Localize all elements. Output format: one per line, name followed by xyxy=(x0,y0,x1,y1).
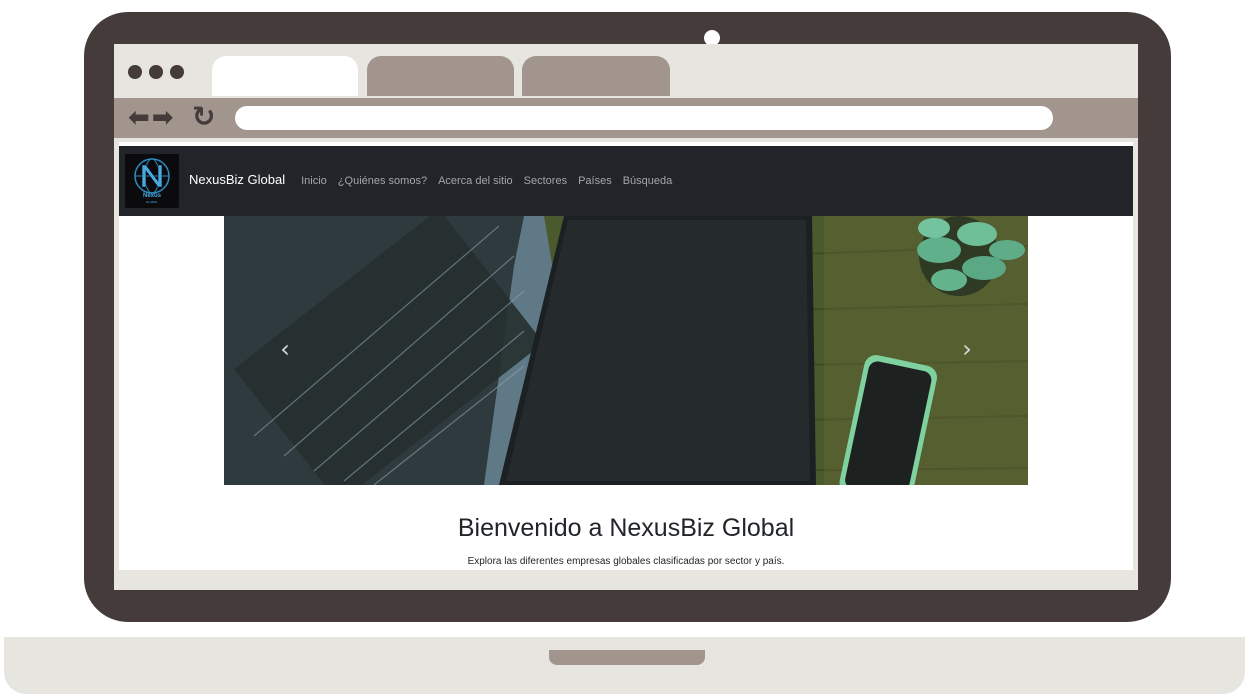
carousel-image xyxy=(224,216,1028,485)
reload-icon[interactable]: ↻ xyxy=(192,102,215,132)
laptop-base xyxy=(4,637,1245,694)
welcome-subtitle: Explora las diferentes empresas globales… xyxy=(467,556,785,567)
nav-link-quienes-somos[interactable]: ¿Quiénes somos? xyxy=(338,175,427,187)
browser-window: ⬅ ➡ ↻ Nexus GLOBAL NexusBiz Global Inici… xyxy=(114,44,1138,590)
nav-link-inicio[interactable]: Inicio xyxy=(301,175,327,187)
welcome-title: Bienvenido a NexusBiz Global xyxy=(457,514,795,542)
nav-link-paises[interactable]: Países xyxy=(578,175,612,187)
window-dot-2[interactable] xyxy=(149,65,163,79)
site-navbar: Nexus GLOBAL NexusBiz Global Inicio ¿Qui… xyxy=(119,146,1133,216)
navbar-brand[interactable]: NexusBiz Global xyxy=(189,172,285,187)
nav-link-sectores[interactable]: Sectores xyxy=(524,175,567,187)
forward-arrow-icon[interactable]: ➡ xyxy=(152,103,174,133)
web-page: Nexus GLOBAL NexusBiz Global Inicio ¿Qui… xyxy=(119,142,1133,570)
navbar-links: Inicio ¿Quiénes somos? Acerca del sitio … xyxy=(301,175,672,187)
nav-link-busqueda[interactable]: Búsqueda xyxy=(623,175,673,187)
carousel-prev-icon[interactable]: ‹ xyxy=(270,334,300,364)
window-controls xyxy=(128,65,184,79)
window-dot-1[interactable] xyxy=(128,65,142,79)
logo-subtitle: GLOBAL xyxy=(145,200,158,204)
window-dot-3[interactable] xyxy=(170,65,184,79)
nav-link-acerca[interactable]: Acerca del sitio xyxy=(438,175,513,187)
history-arrows: ⬅ ➡ xyxy=(128,103,174,133)
address-bar[interactable] xyxy=(235,106,1053,130)
browser-tab-active[interactable] xyxy=(212,56,358,96)
back-arrow-icon[interactable]: ⬅ xyxy=(128,103,150,133)
laptop-notch xyxy=(549,650,705,665)
browser-tab-2[interactable] xyxy=(367,56,514,96)
browser-toolbar: ⬅ ➡ ↻ xyxy=(114,98,1138,138)
hero-carousel: ‹ › xyxy=(224,216,1028,485)
carousel-next-icon[interactable]: › xyxy=(952,334,982,364)
site-logo[interactable]: Nexus GLOBAL xyxy=(125,154,179,208)
browser-tab-3[interactable] xyxy=(522,56,670,96)
logo-name: Nexus xyxy=(142,193,161,199)
